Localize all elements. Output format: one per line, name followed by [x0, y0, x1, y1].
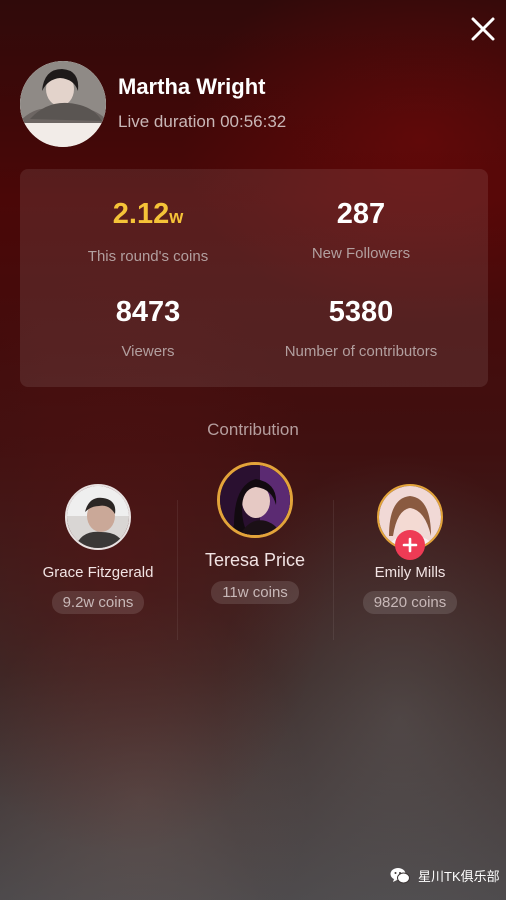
stat-coins: 2.12w This round's coins — [31, 197, 265, 265]
coins-value: 2.12 — [112, 198, 170, 230]
close-button[interactable] — [470, 16, 496, 42]
followers-label: New Followers — [311, 245, 411, 262]
contributor-avatar[interactable] — [217, 462, 293, 538]
contributor-name: Teresa Price — [204, 550, 306, 570]
contributor-item[interactable]: Teresa Price 11w coins — [175, 462, 335, 604]
watermark: 星川TK俱乐部 — [390, 866, 500, 885]
follow-button[interactable] — [395, 530, 425, 560]
stat-contributors: 5380 Number of contributors — [244, 295, 478, 360]
stat-followers: 287 New Followers — [244, 197, 478, 262]
plus-icon — [402, 537, 418, 553]
live-duration: Live duration 00:56:32 — [118, 112, 287, 131]
streamer-name: Martha Wright — [118, 74, 266, 99]
coins-unit: w — [169, 207, 184, 227]
contributor-coins: 9820 coins — [362, 591, 458, 614]
stats-card: 2.12w This round's coins 287 New Followe… — [20, 169, 488, 387]
contribution-title: Contribution — [207, 420, 299, 439]
contributors-label: Number of contributors — [284, 343, 438, 360]
watermark-text: 星川TK俱乐部 — [418, 869, 500, 884]
contributor-item[interactable]: Grace Fitzgerald 9.2w coins — [18, 484, 178, 614]
viewers-value: 8473 — [115, 296, 181, 328]
wechat-icon — [390, 867, 410, 883]
contributor-name: Grace Fitzgerald — [42, 564, 154, 581]
contributors-value: 5380 — [328, 296, 394, 328]
contributor-avatar[interactable] — [65, 484, 131, 550]
viewers-label: Viewers — [121, 343, 175, 360]
followers-value: 287 — [336, 198, 386, 230]
streamer-avatar[interactable] — [20, 61, 106, 147]
contributor-coins: 9.2w coins — [51, 591, 145, 614]
coins-label: This round's coins — [87, 248, 209, 265]
stat-viewers: 8473 Viewers — [31, 295, 265, 360]
contributor-name: Emily Mills — [374, 564, 446, 581]
close-icon — [471, 17, 495, 41]
contributor-coins: 11w coins — [211, 581, 299, 604]
